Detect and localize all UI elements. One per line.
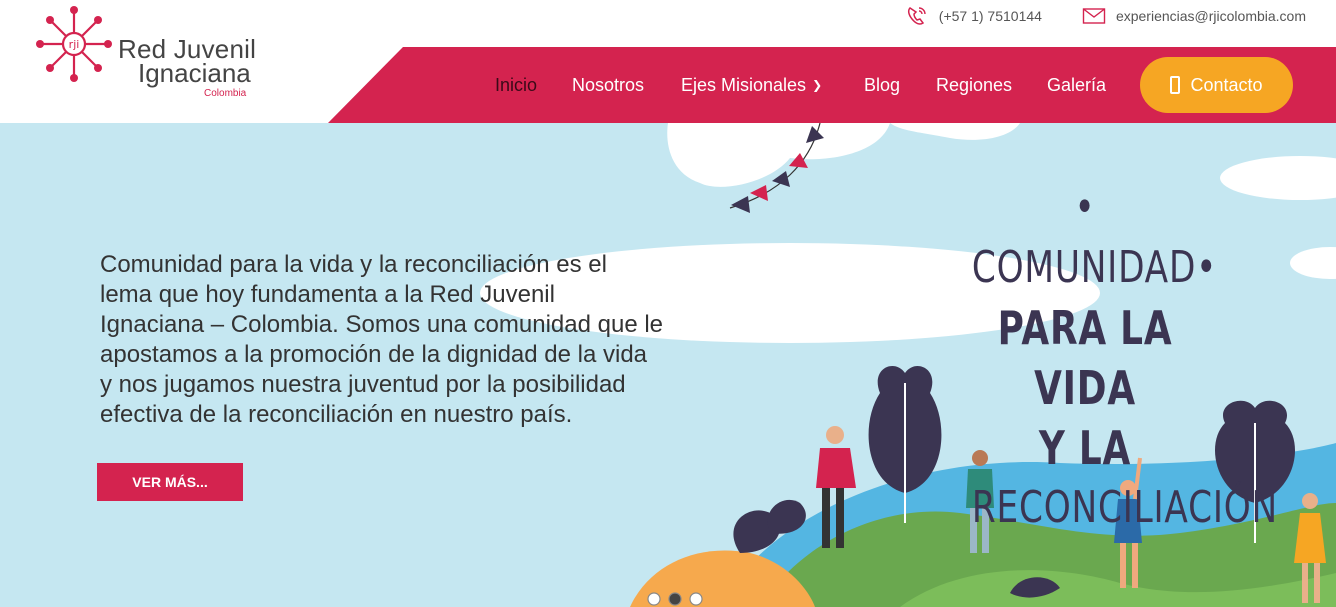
hero-paragraph: Comunidad para la vida y la reconciliaci… bbox=[100, 251, 664, 428]
slider-dot-3[interactable] bbox=[689, 592, 703, 606]
site-header: rji Red Juvenil Ignaciana Colombia (+57 … bbox=[0, 0, 1336, 123]
phone-number-link[interactable]: (+57 1) 7510144 bbox=[939, 8, 1042, 24]
contact-button-label: Contacto bbox=[1190, 74, 1263, 95]
main-navigation: Inicio Nosotros Ejes Misionales ❯ Blog Re… bbox=[0, 57, 1336, 113]
hero-slider: • COMUNIDAD• PARA LA VIDA Y LA RECONCILI… bbox=[0, 123, 1336, 607]
slogan-line1: • COMUNIDAD• bbox=[971, 182, 1218, 293]
contact-topbar: (+57 1) 7510144 experiencias@rjicolombia… bbox=[905, 4, 1306, 28]
nav-item-ejes-misionales[interactable]: Ejes Misionales ❯ bbox=[681, 57, 822, 113]
nav-item-ejes-misionales-label: Ejes Misionales bbox=[681, 75, 807, 95]
chevron-down-icon: ❯ bbox=[812, 78, 823, 92]
contact-button[interactable]: Contacto bbox=[1140, 57, 1293, 113]
slider-dot-2[interactable] bbox=[668, 592, 682, 606]
email-link[interactable]: experiencias@rjicolombia.com bbox=[1116, 8, 1306, 24]
nav-item-galeria[interactable]: Galería bbox=[1047, 57, 1106, 113]
nav-item-regiones[interactable]: Regiones bbox=[936, 57, 1012, 113]
mail-icon bbox=[1082, 8, 1106, 24]
phone-icon bbox=[907, 7, 926, 25]
slogan-line3: Y LA bbox=[1038, 421, 1132, 475]
slogan-line2: PARA LA VIDA bbox=[997, 301, 1173, 415]
nav-item-inicio[interactable]: Inicio bbox=[495, 57, 537, 113]
hero-slogan: • COMUNIDAD• PARA LA VIDA Y LA RECONCILI… bbox=[940, 178, 1278, 538]
mobile-phone-icon bbox=[1170, 76, 1181, 94]
logo-mark-text: rji bbox=[69, 38, 80, 51]
slider-dot-1[interactable] bbox=[647, 592, 661, 606]
nav-item-blog[interactable]: Blog bbox=[864, 57, 900, 113]
nav-item-nosotros[interactable]: Nosotros bbox=[572, 57, 644, 113]
ver-mas-button[interactable]: VER MÁS... bbox=[97, 463, 243, 501]
slogan-line4: RECONCILIACIÓN bbox=[971, 482, 1278, 533]
